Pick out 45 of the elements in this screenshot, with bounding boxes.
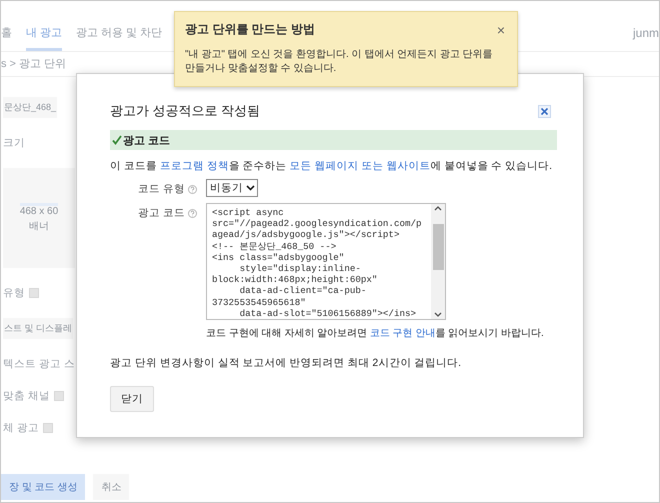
code-line: data-ad-client="ca-pub-	[238, 285, 368, 297]
save-button[interactable]: 장 및 코드 생성	[1, 474, 86, 500]
nav-tab[interactable]: 내 광고	[26, 25, 62, 51]
field-label: 광고 코드	[138, 206, 185, 220]
code-line: 3732553545965618"	[212, 296, 307, 308]
cancel-button[interactable]: 취소	[93, 474, 130, 500]
notice-text: 광고 단위 변경사항이 실적 보고서에 반영되려면 최대 2시간이 걸립니다.	[110, 356, 462, 370]
field-label: 크기	[3, 136, 25, 150]
close-button[interactable]: 닫기	[110, 386, 154, 412]
code-line: block:width:468px;height:60px"	[212, 274, 378, 286]
scroll-up-icon[interactable]	[434, 206, 442, 211]
scrollbar[interactable]	[431, 204, 445, 319]
account-name[interactable]: junm	[632, 26, 659, 51]
text-link[interactable]: 프로그램 정책	[160, 160, 229, 172]
field-label: 유형	[3, 286, 25, 300]
close-button[interactable]: ×	[496, 22, 505, 38]
section-title: 광고 코드	[123, 134, 170, 148]
text-link[interactable]: 코드 구현 안내	[370, 328, 436, 339]
code-type-select[interactable]: 비동기	[206, 179, 258, 197]
field-label: 맞춤 채널	[3, 389, 50, 403]
close-button[interactable]	[538, 104, 551, 118]
input-field[interactable]: 스트 및 디스플레	[3, 318, 74, 339]
help-note: 코드 구현에 대해 자세히 알아보려면 코드 구현 안내를 읽어보시기 바랍니다.	[206, 327, 544, 340]
code-line: style="display:inline-	[238, 263, 362, 274]
scroll-down-icon[interactable]	[434, 312, 442, 317]
text-link[interactable]: 모든 웹페이지 또는 웹사이트	[290, 160, 430, 172]
code-box[interactable]	[206, 203, 446, 320]
field-label: 코드 유형	[138, 182, 185, 196]
code-line: <!-- 본문상단_468_50 -->	[212, 240, 338, 252]
code-line: <script async	[212, 207, 285, 218]
code-line: agead/js/adsbygoogle.js"></script>	[212, 229, 400, 241]
input-field[interactable]: 문상단_468_	[3, 97, 58, 118]
field-label: 텍스트 광고 스	[3, 357, 75, 371]
caret-icon	[246, 185, 255, 191]
nav-tab[interactable]: 광고 허용 및 차단	[76, 25, 162, 51]
field-label: 체 광고	[3, 421, 39, 435]
intro-text: 이 코드를 프로그램 정책 을 준수하는 모든 웹페이지 또는 웹사이트에 붙여넣을 수 있습니다.	[110, 159, 554, 173]
code-line: src="//pagead2.googlesyndication.com/p	[212, 218, 423, 230]
ad-size-preview: 468 x 60 배너	[3, 168, 75, 268]
code-line: data-ad-slot="5106156889"></ins>	[238, 308, 417, 319]
tooltip-title: 광고 단위를 만드는 방법	[185, 21, 316, 38]
nav-tab[interactable]: 홀	[1, 25, 12, 51]
dialog-title: 광고가 성공적으로 작성됨	[110, 102, 260, 120]
code-line: <ins class="adsbygoogle"	[212, 252, 346, 264]
check-icon	[112, 135, 122, 145]
